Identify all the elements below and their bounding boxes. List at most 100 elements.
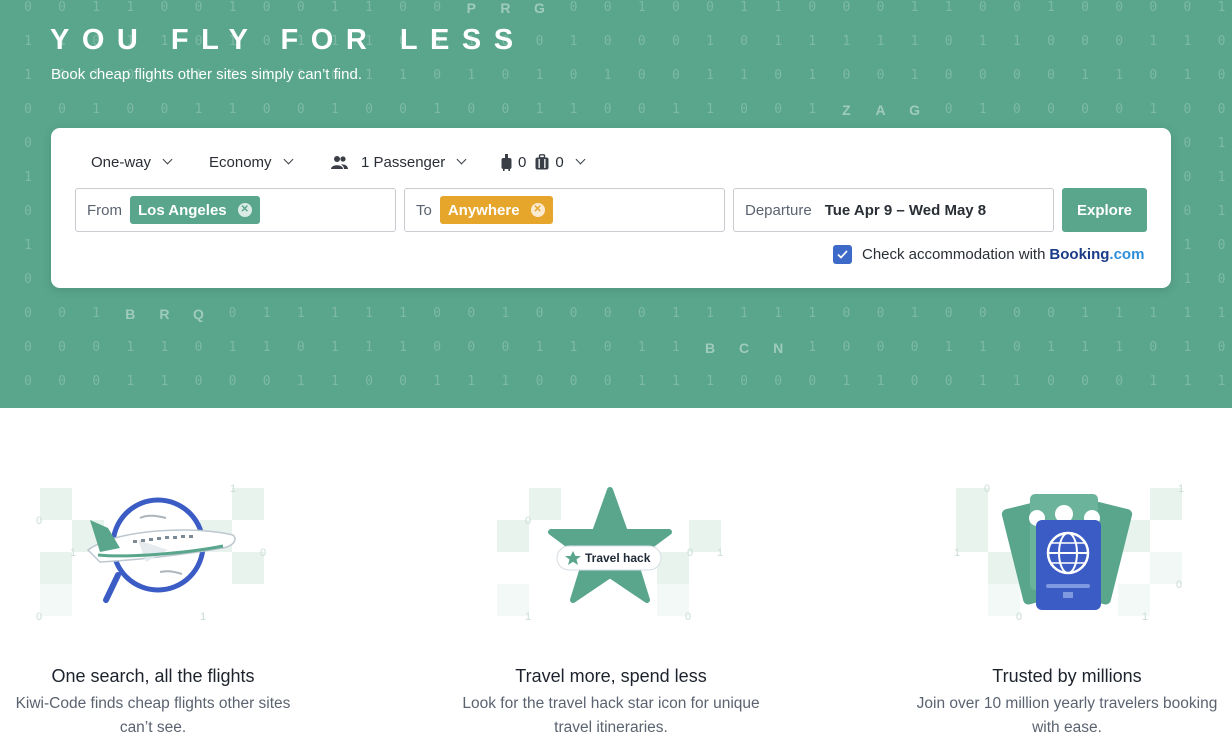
binary-digit: 0 — [24, 102, 32, 117]
binary-digit: 1 — [569, 340, 578, 355]
binary-digit: 0 — [433, 306, 442, 321]
binary-digit: 0 — [637, 68, 646, 83]
checked-bag-icon — [535, 153, 549, 171]
binary-digit: 0 — [194, 0, 203, 15]
binary-digit: 1 — [126, 374, 135, 389]
binary-digit: 0 — [603, 34, 612, 49]
binary-digit: 0 — [1047, 306, 1055, 321]
binary-digit: 1 — [262, 340, 271, 355]
from-chip[interactable]: Los Angeles ✕ — [130, 196, 260, 224]
chevron-down-icon — [283, 154, 293, 165]
binary-digit: 1 — [1217, 374, 1226, 389]
binary-digit: 1 — [1183, 340, 1192, 355]
binary-digit: 0 — [433, 0, 442, 15]
svg-text:1: 1 — [200, 611, 206, 623]
binary-digit: 1 — [637, 340, 646, 355]
binary-digit: G — [909, 102, 921, 118]
feature-desc-line: can’t see. — [119, 719, 187, 736]
travel-hack-badge: Travel hack — [585, 551, 651, 565]
binary-digit: 1 — [160, 374, 169, 389]
binary-digit: 0 — [671, 0, 680, 15]
to-chip[interactable]: Anywhere ✕ — [439, 196, 553, 224]
binary-digit: 1 — [330, 102, 339, 117]
departure-value: Tue Apr 9 – Wed May 8 — [824, 201, 987, 219]
binary-digit: 0 — [92, 374, 101, 389]
trip-type-select[interactable]: One-way — [91, 150, 173, 174]
binary-digit: 0 — [910, 374, 919, 389]
binary-digit: 1 — [1183, 306, 1192, 321]
binary-digit: 1 — [194, 102, 203, 117]
booking-logo[interactable]: Booking.com — [1049, 246, 1144, 263]
remove-icon[interactable]: ✕ — [530, 203, 545, 217]
binary-digit: 0 — [978, 0, 987, 15]
binary-digit: 0 — [24, 0, 32, 15]
binary-digit: 0 — [194, 340, 203, 355]
binary-digit: G — [534, 0, 545, 16]
binary-digit: 0 — [603, 102, 612, 117]
binary-digit: 0 — [1183, 170, 1192, 185]
binary-digit: 1 — [910, 68, 919, 83]
binary-digit: 0 — [1149, 340, 1158, 355]
binary-digit: 1 — [501, 374, 510, 389]
binary-digit: 0 — [944, 374, 953, 389]
binary-digit: 1 — [910, 34, 919, 49]
departure-field[interactable]: Departure Tue Apr 9 – Wed May 8 — [733, 188, 1054, 232]
binary-digit: 0 — [603, 0, 612, 15]
binary-digit: 0 — [1217, 68, 1226, 83]
binary-digit: 1 — [330, 306, 339, 321]
binary-digit: 0 — [262, 0, 271, 15]
binary-digit: 0 — [24, 204, 32, 219]
svg-text:1: 1 — [1142, 611, 1148, 623]
binary-digit: 0 — [365, 102, 373, 117]
from-field[interactable]: From Los Angeles ✕ — [75, 188, 396, 232]
binary-digit: 1 — [467, 374, 476, 389]
binary-digit: 1 — [399, 68, 407, 83]
binary-digit: 1 — [1081, 68, 1089, 83]
binary-digit: 1 — [1149, 34, 1158, 49]
cabin-class-label: Economy — [209, 153, 272, 171]
explore-button[interactable]: Explore — [1062, 188, 1147, 232]
binary-digit: 1 — [1012, 34, 1021, 49]
binary-digit: 1 — [1183, 238, 1192, 253]
bags-select[interactable]: 0 0 — [501, 150, 586, 174]
svg-text:0: 0 — [525, 515, 531, 527]
cabin-class-select[interactable]: Economy — [209, 150, 293, 174]
passengers-select[interactable]: 1 Passenger — [331, 150, 467, 174]
svg-text:0: 0 — [1176, 579, 1182, 591]
binary-row: 0 0 0 1 1 0 0 0 1 1 0 0 1 1 1 0 0 0 1 1 1 0 0 0 1 1 0 0 1 1 0 0 0 1 1 1 — [0, 372, 1232, 392]
svg-text:0: 0 — [687, 547, 693, 559]
binary-digit: 1 — [1115, 306, 1124, 321]
binary-digit: 0 — [637, 306, 646, 321]
binary-digit: 1 — [1217, 0, 1226, 15]
binary-digit: 1 — [740, 306, 748, 321]
to-field[interactable]: To Anywhere ✕ — [404, 188, 725, 232]
binary-digit: 1 — [1115, 68, 1124, 83]
svg-text:0: 0 — [685, 611, 691, 623]
binary-digit: 1 — [944, 0, 953, 15]
binary-digit: 0 — [433, 68, 442, 83]
binary-digit: 1 — [1217, 204, 1226, 219]
binary-digit: 0 — [501, 68, 510, 83]
binary-digit: 0 — [126, 102, 135, 117]
to-label: To — [416, 201, 432, 219]
binary-digit: 1 — [1047, 0, 1055, 15]
binary-digit: 1 — [978, 34, 987, 49]
svg-text:1: 1 — [230, 483, 236, 495]
passport-icon: 0 1 1 0 0 1 — [942, 480, 1192, 625]
binary-digit: 1 — [1115, 340, 1124, 355]
binary-digit: 1 — [399, 306, 407, 321]
binary-digit: 0 — [603, 340, 612, 355]
binary-digit: 0 — [1081, 0, 1089, 15]
remove-icon[interactable]: ✕ — [237, 203, 252, 217]
chevron-down-icon — [162, 154, 173, 165]
accommodation-checkbox[interactable] — [833, 244, 852, 264]
binary-digit: 1 — [24, 238, 32, 253]
binary-digit: 0 — [1183, 204, 1192, 219]
svg-text:1: 1 — [525, 611, 531, 623]
binary-digit: 0 — [194, 374, 203, 389]
feature-description: Kiwi-Code finds cheap flights other site… — [0, 692, 306, 740]
binary-digit: 0 — [876, 0, 885, 15]
binary-digit: 0 — [1012, 340, 1021, 355]
binary-digit: 1 — [706, 68, 714, 83]
binary-digit: 1 — [637, 374, 646, 389]
